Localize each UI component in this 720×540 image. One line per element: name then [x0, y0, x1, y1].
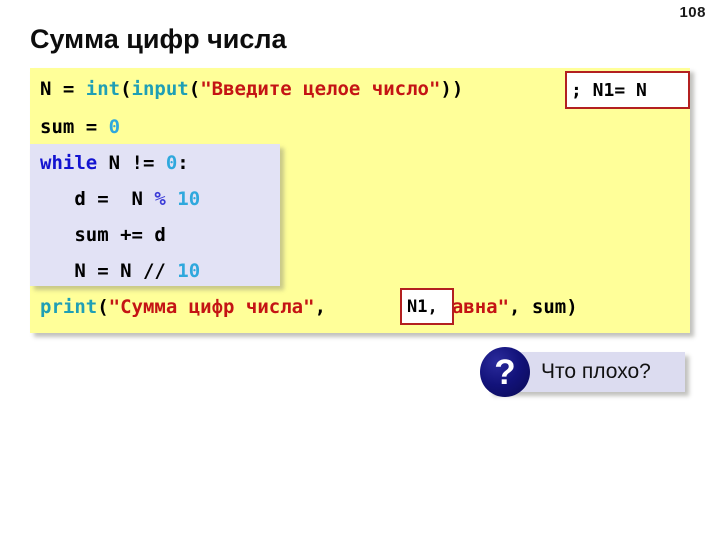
line-divide: N = N // 10	[40, 262, 200, 281]
code-token: while	[40, 152, 98, 174]
code-token: 10	[177, 260, 201, 282]
code-token: (	[97, 296, 109, 318]
code-token: int	[85, 78, 121, 100]
question-callout-label: Что плохо?	[541, 360, 651, 383]
code-token: sum =	[40, 116, 109, 138]
line-accumulate: sum += d	[40, 226, 166, 245]
code-token: , sum)	[509, 296, 578, 318]
code-token: 10	[177, 188, 201, 210]
code-token: N =	[40, 78, 86, 100]
code-token: 0	[108, 116, 121, 138]
code-token: 0	[165, 152, 178, 174]
question-mark-icon: ?	[480, 347, 530, 397]
code-token: ))	[440, 78, 464, 100]
page-number: 108	[679, 4, 706, 21]
line-print: print("Сумма цифр числа", " равна", sum)	[40, 298, 578, 317]
code-token: :	[177, 152, 189, 174]
annotation-n1-print: N1,	[400, 288, 454, 325]
question-callout[interactable]: ? Что плохо?	[480, 347, 685, 397]
code-token: sum += d	[40, 224, 166, 246]
code-token: "Сумма цифр числа"	[108, 296, 315, 318]
code-token: %	[154, 188, 166, 210]
line-input: N = int(input("Введите целое число"))	[40, 80, 463, 99]
code-token: N !=	[97, 152, 166, 174]
code-token: ,	[314, 296, 327, 318]
code-token: (	[188, 78, 201, 100]
code-token: "Введите целое число"	[200, 78, 441, 100]
line-while: while N != 0:	[40, 154, 189, 173]
line-digit: d = N % 10	[40, 190, 200, 209]
code-token: print	[40, 296, 98, 318]
code-token: d = N	[40, 188, 155, 210]
annotation-n1-assign: ; N1= N	[565, 71, 690, 109]
page-title: Сумма цифр числа	[30, 24, 287, 54]
code-token: N = N //	[40, 260, 178, 282]
code-token: (	[120, 78, 132, 100]
line-sum-init: sum = 0	[40, 118, 120, 137]
code-token: input	[131, 78, 189, 100]
